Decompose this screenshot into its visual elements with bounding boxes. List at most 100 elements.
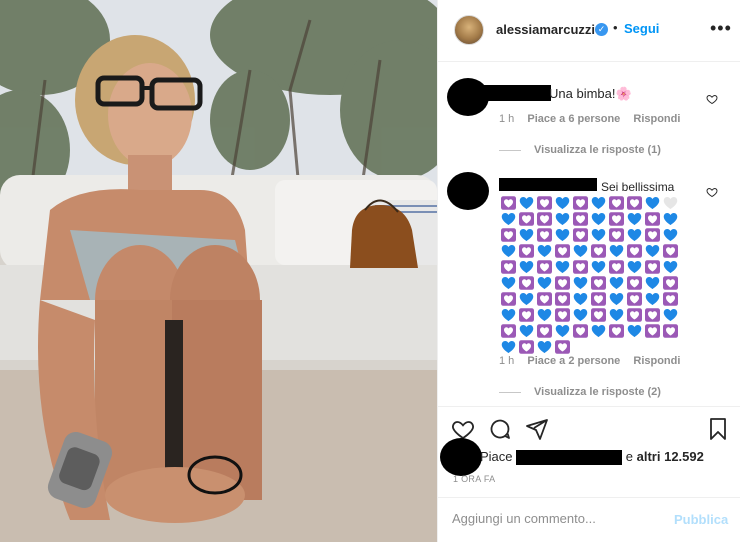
comment-like-heart-icon[interactable]: [706, 93, 718, 105]
comment-time: 1 h: [499, 113, 515, 125]
post-photo: [0, 0, 437, 542]
heart-emoji-icon: [499, 195, 517, 211]
heart-emoji-icon: [571, 227, 589, 243]
comment-icon[interactable]: [488, 417, 512, 441]
heart-emoji-icon: [517, 227, 535, 243]
heart-emoji-icon: [499, 211, 517, 227]
heart-emoji-icon: [589, 291, 607, 307]
publish-button[interactable]: Pubblica: [674, 512, 728, 527]
heart-emoji-icon: [553, 291, 571, 307]
comment-meta: 1 h Piace a 6 persone Rispondi: [499, 113, 690, 125]
follow-button[interactable]: Segui: [624, 21, 659, 36]
reply-button[interactable]: Rispondi: [633, 113, 680, 125]
heart-emoji-icon: [571, 259, 589, 275]
likes-and: e: [625, 449, 634, 464]
heart-emoji-icon: [589, 211, 607, 227]
heart-emoji-icon: [517, 211, 535, 227]
heart-emoji-icon: [517, 307, 535, 323]
heart-emoji-icon: [589, 275, 607, 291]
bookmark-icon[interactable]: [706, 417, 730, 441]
heart-emoji-icon: [535, 195, 553, 211]
more-options-icon[interactable]: •••: [710, 18, 732, 39]
comment-input[interactable]: Aggiungi un commento...: [452, 511, 662, 526]
separator-dot: •: [613, 20, 618, 35]
heart-emoji-icon: [607, 259, 625, 275]
heart-emoji-icon: [571, 211, 589, 227]
liker-avatar[interactable]: [440, 438, 482, 476]
heart-emoji-icon: [499, 323, 517, 339]
heart-emoji-icon: [589, 307, 607, 323]
heart-emoji-icon: [499, 307, 517, 323]
heart-emoji-icon: [643, 259, 661, 275]
heart-emoji-icon: [499, 275, 517, 291]
view-replies-button[interactable]: Visualizza le risposte (2): [534, 386, 661, 398]
avatar[interactable]: [454, 15, 484, 45]
heart-emoji-icon: [625, 195, 643, 211]
heart-emoji-icon: [535, 323, 553, 339]
heart-emoji-icon: [553, 275, 571, 291]
heart-emoji-icon: [661, 243, 679, 259]
heart-emoji-icon: [643, 243, 661, 259]
heart-emoji-icon: [499, 227, 517, 243]
heart-emoji-icon: [571, 291, 589, 307]
redacted-username: [483, 85, 551, 101]
heart-emoji-icon: [499, 339, 517, 355]
heart-emoji-icon: [643, 275, 661, 291]
heart-emoji-icon: [607, 323, 625, 339]
heart-emoji-icon: [499, 259, 517, 275]
heart-emoji-icon: [607, 211, 625, 227]
comment-form: Aggiungi un commento... Pubblica: [438, 497, 740, 542]
heart-emoji-icon: [661, 259, 679, 275]
comment-like-heart-icon[interactable]: [706, 186, 718, 198]
heart-emoji-icon: [661, 227, 679, 243]
heart-emoji-icon: [517, 291, 535, 307]
heart-emoji-icon: [553, 259, 571, 275]
heart-emoji-icon: [553, 323, 571, 339]
heart-emoji-icon: [553, 243, 571, 259]
post-sidebar: alessiamarcuzzi ✓ • Segui ••• Una bimba!…: [437, 0, 740, 542]
heart-emoji-icon: [607, 227, 625, 243]
heart-emoji-icon: [571, 307, 589, 323]
action-bar: [438, 406, 740, 444]
heart-emoji-icon: [643, 195, 661, 211]
heart-emoji-icon: [643, 307, 661, 323]
redacted-username: [499, 178, 597, 191]
heart-emoji-icon: [625, 211, 643, 227]
heart-emoji-icon: [643, 291, 661, 307]
comment-time: 1 h: [499, 355, 515, 367]
username-link[interactable]: alessiamarcuzzi: [496, 22, 595, 37]
emoji-heart-grid: [499, 195, 684, 355]
heart-emoji-icon: [643, 323, 661, 339]
heart-emoji-icon: [517, 275, 535, 291]
heart-emoji-icon: [589, 243, 607, 259]
reply-button[interactable]: Rispondi: [633, 355, 680, 367]
heart-emoji-icon: [661, 275, 679, 291]
post-timestamp[interactable]: 1 ORA FA: [453, 474, 495, 484]
heart-emoji-icon: [517, 339, 535, 355]
heart-emoji-icon: [625, 259, 643, 275]
heart-emoji-icon: [553, 227, 571, 243]
likes-others-count[interactable]: altri 12.592: [637, 449, 704, 464]
view-replies-button[interactable]: Visualizza le risposte (1): [534, 144, 661, 156]
comment-text: Una bimba!🌸: [549, 86, 632, 101]
heart-emoji-icon: [535, 291, 553, 307]
likes-summary[interactable]: Piace e altri 12.592: [480, 449, 704, 466]
comment-likes[interactable]: Piace a 2 persone: [527, 355, 620, 367]
heart-emoji-icon: [589, 227, 607, 243]
heart-emoji-icon: [553, 339, 571, 355]
heart-emoji-icon: [571, 243, 589, 259]
heart-emoji-icon: [607, 307, 625, 323]
heart-emoji-icon: [535, 339, 553, 355]
heart-emoji-icon: [625, 323, 643, 339]
share-icon[interactable]: [525, 417, 549, 441]
heart-emoji-icon: [535, 227, 553, 243]
likes-prefix: Piace: [480, 449, 513, 464]
heart-emoji-icon: [571, 323, 589, 339]
comment-likes[interactable]: Piace a 6 persone: [527, 113, 620, 125]
heart-emoji-icon: [517, 195, 535, 211]
replies-divider: [499, 392, 521, 393]
heart-emoji-icon: [535, 211, 553, 227]
heart-emoji-icon: [607, 195, 625, 211]
comment-avatar[interactable]: [447, 172, 489, 210]
heart-emoji-icon: [661, 291, 679, 307]
